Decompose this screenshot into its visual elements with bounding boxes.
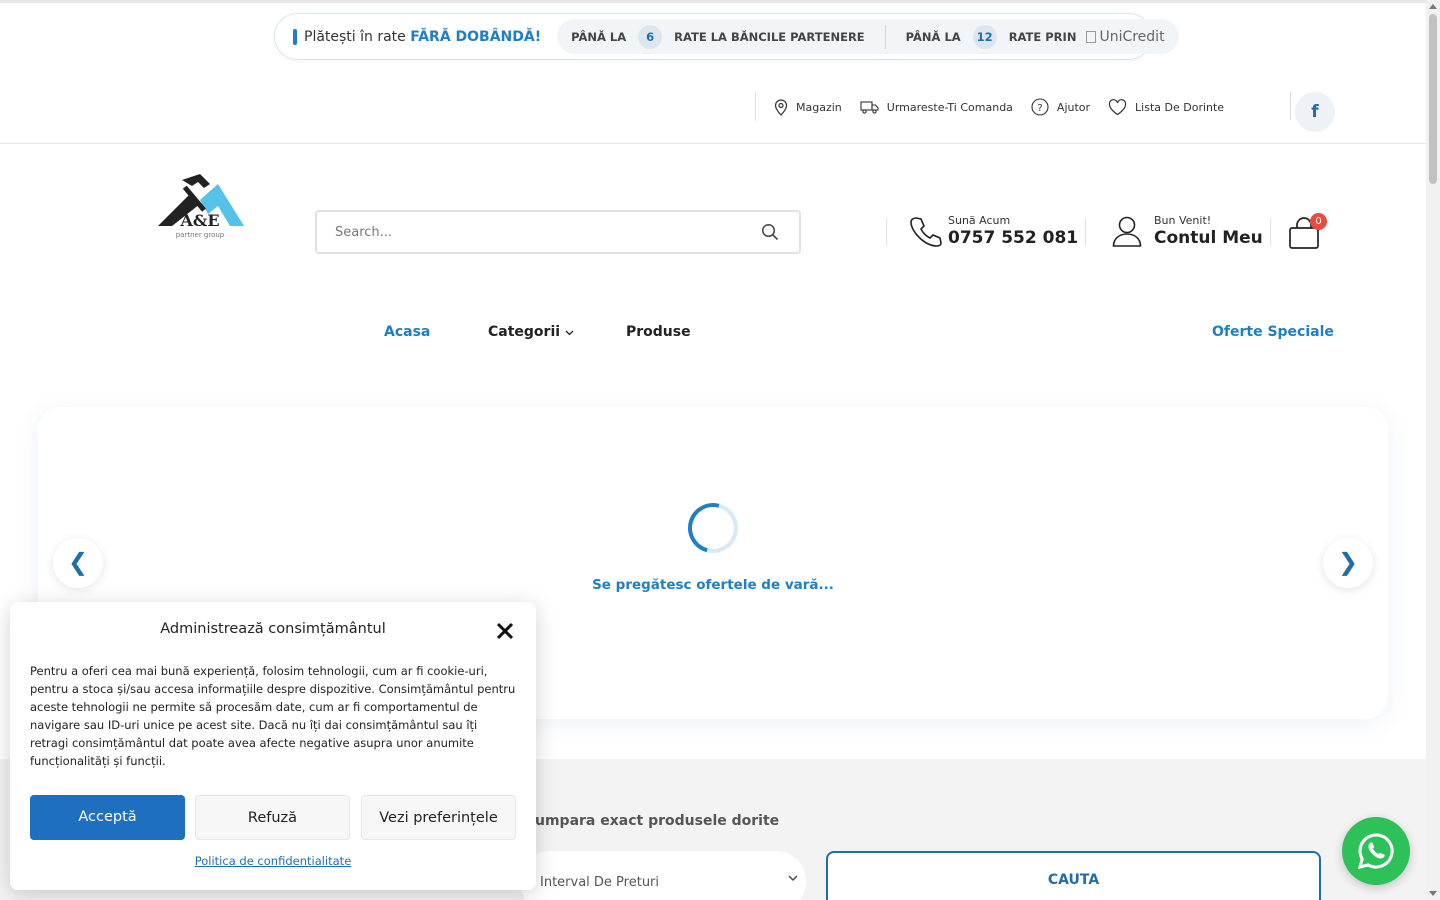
rate-count-badge: 12 — [972, 24, 997, 49]
search-box — [315, 210, 801, 254]
pill-prefix: PÂNĂ LA — [571, 29, 627, 44]
bank-logo: UniCredit — [1086, 28, 1165, 45]
whatsapp-button[interactable] — [1342, 817, 1410, 885]
financing-highlight: FĂRĂ DOBÂNDĂ! — [410, 28, 542, 45]
refuse-button[interactable]: Refuză — [195, 795, 350, 840]
scroll-up-icon[interactable] — [1429, 4, 1437, 9]
store-link-label: Magazin — [796, 100, 842, 114]
site-logo[interactable]: A&E partner group — [152, 170, 248, 242]
nav-item-categories-label: Categorii — [488, 324, 561, 340]
price-range-select[interactable]: Interval De Preturi — [520, 851, 806, 900]
account-greeting: Bun Venit! — [1154, 214, 1212, 227]
question-circle-icon: ? — [1031, 98, 1049, 116]
track-order-label: Urmareste-Ti Comanda — [886, 100, 1013, 114]
top-border — [0, 0, 1426, 3]
nav-item-products[interactable]: Produse — [626, 324, 691, 340]
consent-title: Administrează consimțământul — [160, 621, 386, 637]
chevron-down-icon — [788, 875, 798, 881]
accept-button[interactable]: Acceptă — [30, 795, 185, 840]
track-order-link[interactable]: Urmareste-Ti Comanda — [860, 100, 1013, 114]
nav-item-categories[interactable]: Categorii — [488, 324, 574, 340]
credit-card-icon — [293, 28, 297, 45]
divider — [1270, 218, 1271, 246]
call-label: Sună Acum — [948, 214, 1011, 227]
main-navigation: Acasa Categorii Produse Oferte Speciale — [0, 324, 1426, 346]
loading-spinner — [678, 493, 748, 563]
wishlist-link[interactable]: Lista De Dorinte — [1108, 98, 1225, 116]
whatsapp-icon — [1357, 833, 1394, 870]
logo-graphic: A&E partner group — [158, 174, 244, 239]
cart-count-badge: 0 — [1310, 213, 1327, 230]
account-name: Contul Meu — [1154, 228, 1263, 248]
call-block[interactable]: Sună Acum 0757 552 081 — [910, 214, 1078, 248]
nav-item-home[interactable]: Acasa — [384, 324, 430, 340]
scroll-down-icon[interactable] — [1429, 891, 1437, 896]
user-icon — [1112, 216, 1142, 247]
logo-text: A&E — [179, 211, 219, 230]
financing-lead: Plătești în rate — [304, 28, 411, 45]
filter-search-label: CAUTA — [1047, 872, 1100, 888]
pill-prefix: PÂNĂ LA — [905, 29, 961, 44]
slider-next-button[interactable]: ❯ — [1323, 538, 1373, 588]
account-block[interactable]: Bun Venit! Contul Meu — [1112, 214, 1263, 248]
pill-suffix: RATE PRIN — [1008, 29, 1077, 44]
financing-banner: Plătești în rate FĂRĂ DOBÂNDĂ! PÂNĂ LA 6… — [274, 13, 1179, 60]
slider-prev-button[interactable]: ❮ — [53, 538, 103, 588]
filter-search-button[interactable]: CAUTA — [826, 851, 1321, 900]
loading-text: Se pregătesc ofertele de vară... — [592, 577, 834, 593]
price-range-label: Interval De Preturi — [540, 875, 660, 890]
nav-item-special-offers[interactable]: Oferte Speciale — [1212, 324, 1334, 340]
search-input[interactable] — [335, 222, 735, 242]
rate-count-badge: 6 — [638, 24, 663, 49]
preferences-button[interactable]: Vezi preferințele — [361, 795, 516, 840]
divider — [886, 218, 887, 246]
page-scrollbar[interactable] — [1426, 0, 1440, 900]
scrollbar-thumb[interactable] — [1429, 14, 1437, 184]
pill-suffix: RATE LA BĂNCILE PARTENERE — [674, 29, 865, 44]
logo-subtitle: partner group — [176, 231, 225, 239]
heart-icon — [1108, 98, 1127, 115]
phone-number: 0757 552 081 — [948, 228, 1079, 248]
consent-body: Pentru a oferi cea mai bună experiență, … — [30, 664, 516, 768]
divider — [755, 93, 756, 121]
financing-text: Plătești în rate FĂRĂ DOBÂNDĂ! — [304, 29, 541, 45]
facebook-icon: f — [1311, 102, 1319, 122]
header-divider — [0, 143, 1426, 144]
map-pin-icon — [774, 98, 788, 116]
wishlist-label: Lista De Dorinte — [1135, 100, 1225, 114]
filter-hint-text: umpara exact produsele dorite — [535, 813, 780, 829]
svg-text:?: ? — [1037, 103, 1042, 114]
divider — [1290, 92, 1291, 120]
pill-divider — [884, 24, 886, 49]
financing-pill: PÂNĂ LA 6 RATE LA BĂNCILE PARTENERE PÂNĂ… — [557, 19, 1179, 54]
top-links: Magazin Urmareste-Ti Comanda ? Ajutor Li… — [755, 92, 1224, 122]
facebook-button[interactable]: f — [1295, 92, 1335, 132]
cart-button[interactable]: 0 — [1288, 213, 1327, 250]
store-link[interactable]: Magazin — [774, 98, 842, 116]
divider — [1085, 218, 1086, 246]
bank-logo-alt: UniCredit — [1099, 28, 1165, 45]
privacy-policy-link[interactable]: Politica de confidentialitate — [10, 854, 536, 868]
phone-icon — [910, 217, 942, 247]
consent-dialog: Administrează consimțământul Pentru a of… — [10, 602, 536, 890]
help-link[interactable]: ? Ajutor — [1031, 98, 1090, 116]
close-icon[interactable] — [496, 622, 514, 640]
chevron-down-icon — [565, 330, 574, 336]
search-icon[interactable] — [761, 223, 779, 241]
broken-image-icon — [1086, 30, 1097, 43]
help-label: Ajutor — [1056, 100, 1091, 114]
truck-icon — [860, 101, 879, 114]
